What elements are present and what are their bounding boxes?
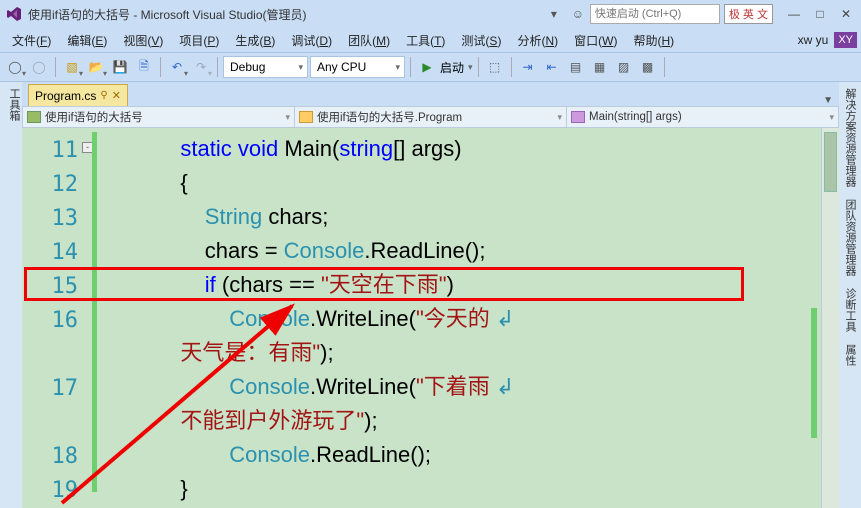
line-number: 16 — [22, 308, 78, 333]
code-content[interactable]: static void Main(string[] args) { String… — [107, 128, 809, 508]
window-title: 使用if语句的大括号 - Microsoft Visual Studio(管理员… — [28, 6, 307, 23]
code-line[interactable]: static void Main(string[] args) — [107, 138, 809, 160]
right-change-bar — [811, 308, 817, 438]
menu-e[interactable]: 编辑(E) — [59, 32, 115, 50]
code-line[interactable]: } — [107, 478, 809, 500]
redo-button[interactable]: ↷ — [190, 56, 212, 78]
feedback-icon[interactable]: ☺ — [568, 4, 588, 24]
vs-logo-icon — [6, 6, 22, 22]
notifications-icon[interactable]: ▾ — [544, 4, 564, 24]
menu-f[interactable]: 文件(F) — [4, 32, 59, 50]
tab-filename: Program.cs — [35, 89, 96, 103]
menu-p[interactable]: 项目(P) — [171, 32, 227, 50]
platform-combo[interactable]: Any CPU — [310, 56, 405, 78]
code-nav-bar: 使用if语句的大括号 使用if语句的大括号.Program Main(strin… — [22, 106, 839, 128]
new-project-button[interactable]: ▧ — [61, 56, 83, 78]
open-file-button[interactable]: 📂 — [85, 56, 107, 78]
code-line[interactable]: Console.ReadLine(); — [107, 444, 809, 466]
code-line[interactable]: String chars; — [107, 206, 809, 228]
code-line[interactable]: chars = Console.ReadLine(); — [107, 240, 809, 262]
menu-t[interactable]: 工具(T) — [398, 32, 453, 50]
tb-icon-7[interactable]: ▩ — [637, 56, 659, 78]
class-icon — [299, 111, 313, 123]
line-number: 18 — [22, 444, 78, 469]
line-number: 12 — [22, 172, 78, 197]
change-indicator — [92, 132, 97, 492]
annotation-highlight — [24, 267, 744, 301]
menu-m[interactable]: 团队(M) — [340, 32, 398, 50]
save-all-button[interactable]: 🗎 — [133, 56, 155, 78]
code-line[interactable]: 天气是：有雨"); — [107, 342, 809, 364]
nav-member[interactable]: Main(string[] args) — [567, 107, 838, 127]
tb-icon-4[interactable]: ▤ — [565, 56, 587, 78]
code-line[interactable]: Console.WriteLine("下着雨 ↲ — [107, 376, 809, 398]
quick-launch-input[interactable] — [590, 4, 720, 24]
right-tab-solution[interactable]: 解决方案资源管理器 — [839, 82, 861, 193]
tb-icon-5[interactable]: ▦ — [589, 56, 611, 78]
start-label[interactable]: 启动 — [440, 59, 478, 76]
code-line[interactable]: 不能到户外游玩了"); — [107, 410, 809, 432]
line-number: 11 — [22, 138, 78, 163]
left-rail-toolbox[interactable]: 工具箱 — [0, 82, 22, 508]
nav-fwd-button[interactable]: ◯ — [28, 56, 50, 78]
line-number: 13 — [22, 206, 78, 231]
menu-w[interactable]: 窗口(W) — [566, 32, 625, 50]
document-tab[interactable]: Program.cs ⚲ ✕ — [28, 84, 128, 106]
tab-overflow-button[interactable]: ▼ — [817, 95, 839, 106]
title-bar: 使用if语句的大括号 - Microsoft Visual Studio(管理员… — [0, 0, 861, 28]
start-debug-button[interactable]: ▶ — [416, 56, 438, 78]
right-tab-team[interactable]: 团队资源管理器 — [839, 193, 861, 282]
method-icon — [571, 111, 585, 123]
right-rail: 解决方案资源管理器 团队资源管理器 诊断工具 属性 — [839, 82, 861, 508]
menu-bar: 文件(F)编辑(E)视图(V)项目(P)生成(B)调试(D)团队(M)工具(T)… — [0, 28, 861, 52]
line-gutter: 111213141516171819 — [22, 128, 92, 508]
menu-n[interactable]: 分析(N) — [509, 32, 566, 50]
toolbar: ◯ ◯ ▧ 📂 💾 🗎 ↶ ↷ Debug Any CPU ▶ 启动 ▾ ⬚ ⇥… — [0, 52, 861, 82]
pin-icon[interactable]: ⚲ — [100, 90, 107, 101]
menu-b[interactable]: 生成(B) — [227, 32, 283, 50]
nav-back-button[interactable]: ◯ — [4, 56, 26, 78]
undo-button[interactable]: ↶ — [166, 56, 188, 78]
user-badge[interactable]: XY — [834, 32, 857, 48]
minimize-button[interactable]: — — [785, 7, 803, 21]
tab-close-icon[interactable]: ✕ — [112, 89, 121, 102]
code-editor[interactable]: 111213141516171819 - static void Main(st… — [22, 128, 839, 508]
tb-icon-6[interactable]: ▨ — [613, 56, 635, 78]
tb-icon-3[interactable]: ⇤ — [541, 56, 563, 78]
right-tab-diag[interactable]: 诊断工具 — [839, 282, 861, 338]
nav-namespace[interactable]: 使用if语句的大括号 — [23, 107, 295, 127]
menu-v[interactable]: 视图(V) — [115, 32, 171, 50]
config-combo[interactable]: Debug — [223, 56, 308, 78]
menu-h[interactable]: 帮助(H) — [625, 32, 682, 50]
document-tab-strip: Program.cs ⚲ ✕ ▼ — [22, 82, 839, 106]
line-number: 17 — [22, 376, 78, 401]
ime-indicator[interactable]: 极 英 文 — [724, 4, 773, 24]
menu-s[interactable]: 测试(S) — [453, 32, 509, 50]
menu-d[interactable]: 调试(D) — [283, 32, 340, 50]
line-number: 14 — [22, 240, 78, 265]
tb-icon-2[interactable]: ⇥ — [517, 56, 539, 78]
user-name[interactable]: xw yu — [798, 33, 829, 47]
vertical-scrollbar[interactable] — [821, 128, 839, 508]
tb-icon-1[interactable]: ⬚ — [484, 56, 506, 78]
maximize-button[interactable]: □ — [811, 7, 829, 21]
line-number: 19 — [22, 478, 78, 503]
close-button[interactable]: ✕ — [837, 7, 855, 21]
code-line[interactable]: { — [107, 172, 809, 194]
nav-class[interactable]: 使用if语句的大括号.Program — [295, 107, 567, 127]
right-tab-props[interactable]: 属性 — [839, 338, 861, 372]
csharp-icon — [27, 111, 41, 123]
save-button[interactable]: 💾 — [109, 56, 131, 78]
code-line[interactable]: Console.WriteLine("今天的 ↲ — [107, 308, 809, 330]
